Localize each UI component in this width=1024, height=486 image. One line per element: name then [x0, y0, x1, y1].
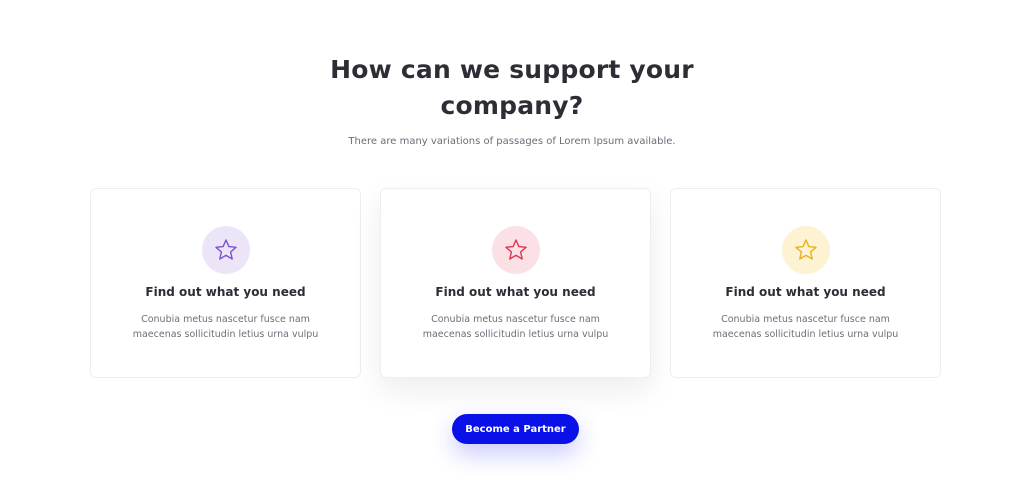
section-subtitle: There are many variations of passages of… — [348, 136, 676, 147]
icon-badge — [201, 226, 250, 274]
card-text-line-1: Conubia metus nascetur fusce nam — [721, 314, 890, 325]
star-icon — [214, 239, 237, 260]
heading-line-2: company? — [440, 91, 584, 120]
feature-card: Find out what you need Conubia metus nas… — [380, 188, 651, 378]
card-description: Conubia metus nascetur fusce nam maecena… — [691, 312, 920, 342]
heading-line-1: How can we support your — [330, 55, 694, 84]
feature-cards: Find out what you need Conubia metus nas… — [90, 188, 942, 378]
support-section: How can we support your company? There a… — [0, 0, 1024, 486]
card-text-line-2: maecenas sollicitudin letius urna vulpu — [712, 329, 899, 340]
card-text-line-2: maecenas sollicitudin letius urna vulpu — [422, 329, 609, 340]
card-text-line-2: maecenas sollicitudin letius urna vulpu — [132, 329, 319, 340]
card-text-line-1: Conubia metus nascetur fusce nam — [141, 314, 310, 325]
star-icon — [504, 239, 527, 260]
card-title: Find out what you need — [725, 285, 886, 299]
section-heading: How can we support your company? — [0, 52, 1024, 124]
icon-badge — [781, 226, 830, 274]
feature-card: Find out what you need Conubia metus nas… — [90, 188, 361, 378]
card-text-line-1: Conubia metus nascetur fusce nam — [431, 314, 600, 325]
card-title: Find out what you need — [145, 285, 306, 299]
card-title: Find out what you need — [435, 285, 596, 299]
card-description: Conubia metus nascetur fusce nam maecena… — [401, 312, 630, 342]
star-icon — [794, 239, 817, 260]
feature-card: Find out what you need Conubia metus nas… — [670, 188, 941, 378]
card-description: Conubia metus nascetur fusce nam maecena… — [111, 312, 340, 342]
become-partner-button[interactable]: Become a Partner — [452, 414, 579, 444]
icon-badge — [491, 226, 540, 274]
